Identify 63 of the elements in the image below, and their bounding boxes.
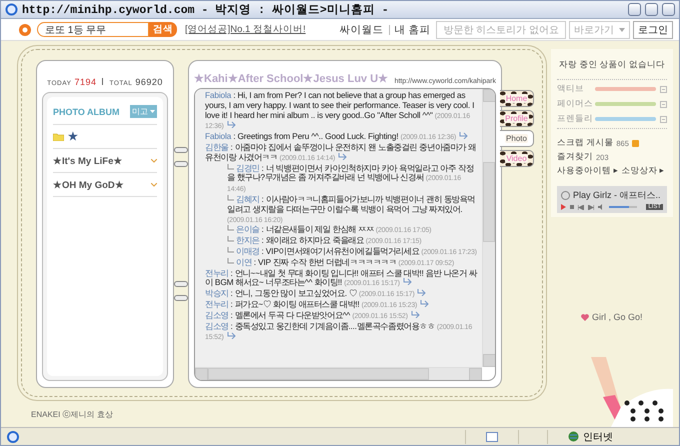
folder-icon bbox=[53, 132, 64, 140]
globe-icon bbox=[568, 431, 579, 442]
plus-box-icon[interactable] bbox=[660, 100, 667, 108]
maximize-button[interactable] bbox=[645, 3, 658, 16]
zone-icon bbox=[486, 432, 498, 442]
reply-icon[interactable] bbox=[420, 300, 430, 307]
rss-icon bbox=[632, 140, 639, 146]
browser-icon bbox=[5, 3, 18, 16]
login-button[interactable]: 로그인 bbox=[633, 20, 673, 38]
page-icon bbox=[7, 430, 19, 442]
footer-text: ENAKEI ⓒ제니의 효상 bbox=[30, 409, 114, 420]
track-title: Play Girlz - 애프터스.. bbox=[573, 189, 661, 202]
previous-icon[interactable] bbox=[578, 204, 584, 210]
play-icon[interactable] bbox=[561, 204, 566, 210]
music-icon bbox=[561, 191, 570, 200]
meter-label: 액티브 bbox=[557, 83, 585, 95]
nav-link[interactable]: 내 홈피 bbox=[394, 22, 430, 36]
next-icon[interactable] bbox=[588, 204, 594, 210]
total-count: 96920 bbox=[135, 77, 163, 87]
zone-text: 인터넷 bbox=[583, 430, 613, 444]
binder-ring-icon bbox=[174, 281, 188, 287]
binder-ring-icon bbox=[174, 161, 188, 167]
chevron-icon[interactable] bbox=[151, 158, 157, 162]
folder-item[interactable]: ★OH My GoD★ bbox=[53, 178, 124, 190]
album-title: PHOTO ALBUM bbox=[53, 106, 120, 116]
heart-icon bbox=[581, 314, 589, 320]
plus-box-icon[interactable] bbox=[660, 86, 667, 92]
stat-label[interactable]: 즐겨찾기 bbox=[557, 151, 593, 163]
reply-icon[interactable] bbox=[402, 278, 412, 286]
nav-link[interactable]: 싸이월드 bbox=[340, 22, 384, 36]
page-title: ★Kahi★After School★Jesus Luv U★ bbox=[194, 72, 388, 85]
binder-ring-icon bbox=[174, 147, 188, 153]
notice-text: 자랑 중인 상품이 없습니다 bbox=[557, 55, 667, 80]
reply-icon[interactable] bbox=[338, 152, 348, 160]
meter-label: 프렌들리 bbox=[557, 113, 591, 125]
reply-icon[interactable] bbox=[417, 289, 426, 296]
stat-label[interactable]: 스크랩 게시물 bbox=[557, 137, 614, 149]
horizontal-scrollbar[interactable] bbox=[195, 367, 482, 380]
minimize-button[interactable] bbox=[628, 3, 641, 16]
chevron-icon[interactable] bbox=[151, 182, 157, 186]
search-field[interactable]: 로또 1등 무무 bbox=[37, 22, 149, 37]
side-link[interactable]: 소망상자 ▸ bbox=[621, 165, 665, 177]
reply-icon[interactable] bbox=[459, 132, 468, 140]
window-title: http://minihp.cyworld.com - 박지영 : 싸이월드>미니홈피 - bbox=[22, 3, 390, 17]
greeting-text: Girl , Go Go! bbox=[592, 312, 643, 322]
menu-tab[interactable]: Photo bbox=[500, 130, 534, 147]
today-count: 7194 bbox=[74, 77, 96, 87]
reply-icon[interactable] bbox=[226, 121, 236, 128]
meter-label: 페이머스 bbox=[557, 98, 591, 110]
vertical-scrollbar[interactable] bbox=[482, 89, 495, 367]
caret-icon bbox=[619, 28, 625, 32]
reply-icon[interactable] bbox=[226, 332, 236, 340]
binder-ring-icon bbox=[174, 295, 188, 301]
folder-item[interactable]: ★ bbox=[53, 130, 78, 143]
logo-icon bbox=[19, 24, 31, 36]
close-button[interactable] bbox=[662, 3, 675, 16]
reply-icon[interactable] bbox=[410, 310, 420, 318]
folder-item[interactable]: ★It's My LiFe★ bbox=[53, 154, 122, 166]
side-link[interactable]: 사용중아이템 ▸ bbox=[557, 165, 618, 177]
plus-box-icon[interactable] bbox=[660, 116, 667, 122]
caret-icon bbox=[150, 110, 155, 113]
ad-link[interactable]: [영어성공]No.1 정철사이버! bbox=[185, 23, 306, 36]
volume-icon bbox=[598, 204, 605, 210]
